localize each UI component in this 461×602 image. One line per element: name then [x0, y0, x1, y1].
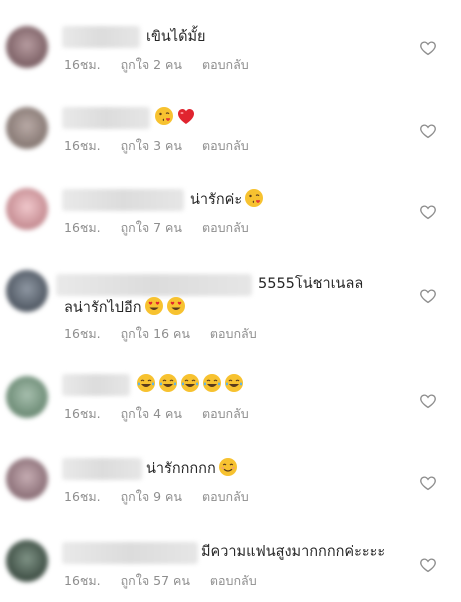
like-heart-icon[interactable] — [419, 287, 437, 305]
heart-eyes-emoji — [166, 296, 186, 323]
comment-list: เขินได้มั้ย 16ชม. ถูกใจ 2 คน ตอบกลับ 16ช… — [0, 0, 461, 602]
like-heart-icon[interactable] — [419, 392, 437, 410]
tears-of-joy-emoji — [158, 373, 178, 400]
kissing-face-emoji — [154, 106, 174, 133]
username-redacted[interactable] — [62, 458, 142, 480]
kissing-face-emoji — [244, 188, 264, 215]
tears-of-joy-emoji — [180, 373, 200, 400]
reply-button[interactable]: ตอบกลับ — [210, 573, 257, 589]
username-redacted[interactable] — [62, 107, 150, 129]
comment-time: 16ชม. — [64, 489, 101, 504]
comment-time: 16ชม. — [64, 220, 101, 235]
likes-count[interactable]: ถูกใจ 7 คน — [121, 220, 182, 236]
avatar[interactable] — [6, 376, 48, 418]
username-redacted[interactable] — [62, 374, 130, 396]
comment-text — [134, 373, 244, 400]
comment-body-continued: ลน่ารักไปอีก — [64, 300, 142, 316]
likes-count[interactable]: ถูกใจ 2 คน — [121, 57, 182, 73]
comment-time: 16ชม. — [64, 326, 101, 341]
reply-button[interactable]: ตอบกลับ — [202, 220, 249, 236]
like-heart-icon[interactable] — [419, 203, 437, 221]
tears-of-joy-emoji — [136, 373, 156, 400]
comment-text: มีความแฟนสูงมากกกกค่ะะะะ — [201, 541, 385, 563]
comment-time: 16ชม. — [64, 57, 101, 72]
like-heart-icon[interactable] — [419, 474, 437, 492]
comment-meta: 16ชม. ถูกใจ 9 คน ตอบกลับ — [64, 489, 265, 505]
comment-text: น่ารักค่ะ — [190, 188, 264, 215]
username-redacted[interactable] — [62, 26, 140, 48]
reply-button[interactable]: ตอบกลับ — [202, 489, 249, 505]
comment-body: น่ารักค่ะ — [190, 192, 243, 208]
avatar[interactable] — [6, 270, 48, 312]
comment-time: 16ชม. — [64, 573, 101, 588]
comment-body: มีความแฟนสูงมากกกกค่ะะะะ — [201, 544, 386, 560]
like-heart-icon[interactable] — [419, 122, 437, 140]
comment-time: 16ชม. — [64, 406, 101, 421]
comment-text: 5555โน่ชาเนลล — [258, 273, 363, 295]
comment-text: เขินได้มั้ย — [146, 26, 206, 48]
comment-meta: 16ชม. ถูกใจ 3 คน ตอบกลับ — [64, 138, 265, 154]
reply-button[interactable]: ตอบกลับ — [210, 326, 257, 342]
red-heart-emoji — [176, 106, 196, 133]
tears-of-joy-emoji — [202, 373, 222, 400]
comment-text: น่ารักกกกก — [146, 457, 238, 484]
comment-meta: 16ชม. ถูกใจ 4 คน ตอบกลับ — [64, 406, 265, 422]
comment-body: 5555โน่ชาเนลล — [258, 276, 364, 292]
like-heart-icon[interactable] — [419, 39, 437, 57]
likes-count[interactable]: ถูกใจ 4 คน — [121, 406, 182, 422]
tears-of-joy-emoji — [224, 373, 244, 400]
likes-count[interactable]: ถูกใจ 57 คน — [121, 573, 190, 589]
avatar[interactable] — [6, 188, 48, 230]
reply-button[interactable]: ตอบกลับ — [202, 57, 249, 73]
comment-body: น่ารักกกกก — [146, 461, 216, 477]
smiling-face-emoji — [218, 457, 238, 484]
like-heart-icon[interactable] — [419, 556, 437, 574]
avatar[interactable] — [6, 26, 48, 68]
username-redacted[interactable] — [56, 274, 252, 296]
username-redacted[interactable] — [62, 189, 184, 211]
likes-count[interactable]: ถูกใจ 3 คน — [121, 138, 182, 154]
avatar[interactable] — [6, 458, 48, 500]
avatar[interactable] — [6, 107, 48, 149]
comment-text — [152, 106, 196, 133]
reply-button[interactable]: ตอบกลับ — [202, 406, 249, 422]
comment-meta: 16ชม. ถูกใจ 2 คน ตอบกลับ — [64, 57, 265, 73]
comment-meta: 16ชม. ถูกใจ 57 คน ตอบกลับ — [64, 573, 273, 589]
username-redacted[interactable] — [62, 542, 198, 564]
reply-button[interactable]: ตอบกลับ — [202, 138, 249, 154]
heart-eyes-emoji — [144, 296, 164, 323]
comment-body: เขินได้มั้ย — [146, 29, 206, 45]
comment-meta: 16ชม. ถูกใจ 7 คน ตอบกลับ — [64, 220, 265, 236]
likes-count[interactable]: ถูกใจ 9 คน — [121, 489, 182, 505]
comment-time: 16ชม. — [64, 138, 101, 153]
avatar[interactable] — [6, 540, 48, 582]
comment-text-line2: ลน่ารักไปอีก — [64, 296, 186, 323]
likes-count[interactable]: ถูกใจ 16 คน — [121, 326, 190, 342]
comment-meta: 16ชม. ถูกใจ 16 คน ตอบกลับ — [64, 326, 273, 342]
